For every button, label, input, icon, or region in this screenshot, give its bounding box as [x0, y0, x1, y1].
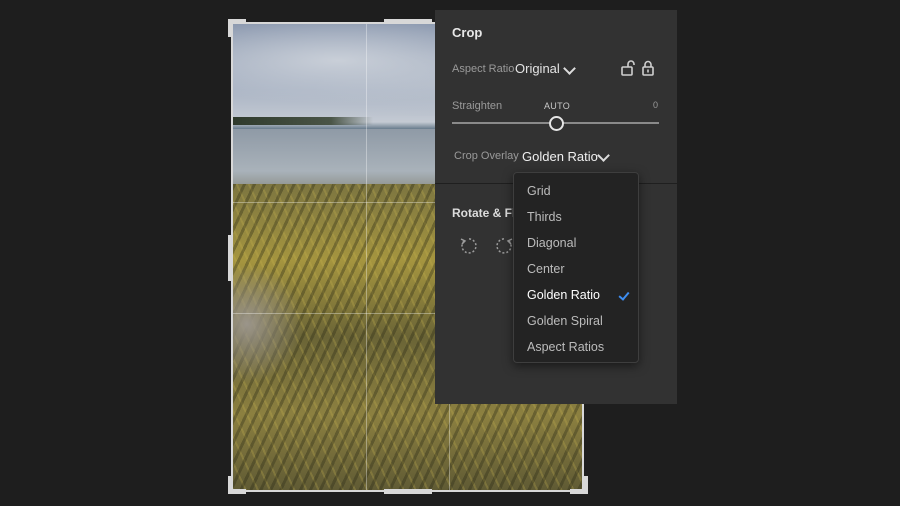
crop-handle-bottom-middle[interactable] [384, 489, 432, 494]
menu-item-golden-spiral[interactable]: Golden Spiral [527, 314, 603, 328]
menu-item-aspect-ratios[interactable]: Aspect Ratios [527, 340, 604, 354]
crop-handle-left-middle[interactable] [228, 235, 233, 281]
menu-item-golden-ratio[interactable]: Golden Ratio [527, 288, 600, 302]
straighten-slider-thumb[interactable] [549, 116, 564, 131]
lock-open-icon[interactable] [621, 60, 635, 76]
aspect-ratio-dropdown[interactable]: Original [515, 61, 560, 76]
overlay-line-vertical-1 [366, 24, 367, 491]
aspect-ratio-label: Aspect Ratio [452, 63, 515, 75]
crop-overlay-label: Crop Overlay [454, 150, 519, 162]
menu-item-thirds[interactable]: Thirds [527, 210, 562, 224]
checkmark-icon [618, 289, 630, 301]
menu-item-grid[interactable]: Grid [527, 184, 551, 198]
straighten-label: Straighten [452, 100, 503, 112]
crop-handle-bottom-left-vertical[interactable] [228, 476, 233, 494]
crop-handle-top-left-vertical[interactable] [228, 19, 233, 37]
chevron-down-icon[interactable] [597, 149, 610, 162]
photo-rocks [233, 264, 303, 384]
menu-item-center[interactable]: Center [527, 262, 565, 276]
panel-title: Crop [452, 25, 483, 40]
straighten-value[interactable]: 0 [653, 100, 658, 110]
lock-icon[interactable] [641, 60, 655, 76]
crop-overlay-dropdown[interactable]: Golden Ratio [522, 149, 598, 164]
crop-overlay-menu: Grid Thirds Diagonal Center Golden Ratio… [513, 172, 639, 363]
menu-item-diagonal[interactable]: Diagonal [527, 236, 576, 250]
crop-handle-bottom-right-vertical[interactable] [583, 476, 588, 494]
crop-handle-top-middle[interactable] [384, 19, 432, 24]
rotate-right-icon[interactable] [495, 236, 515, 256]
straighten-auto-button[interactable]: AUTO [544, 101, 570, 111]
chevron-down-icon[interactable] [563, 62, 576, 75]
photo-treeline [233, 117, 373, 125]
rotate-left-icon[interactable] [458, 236, 478, 256]
